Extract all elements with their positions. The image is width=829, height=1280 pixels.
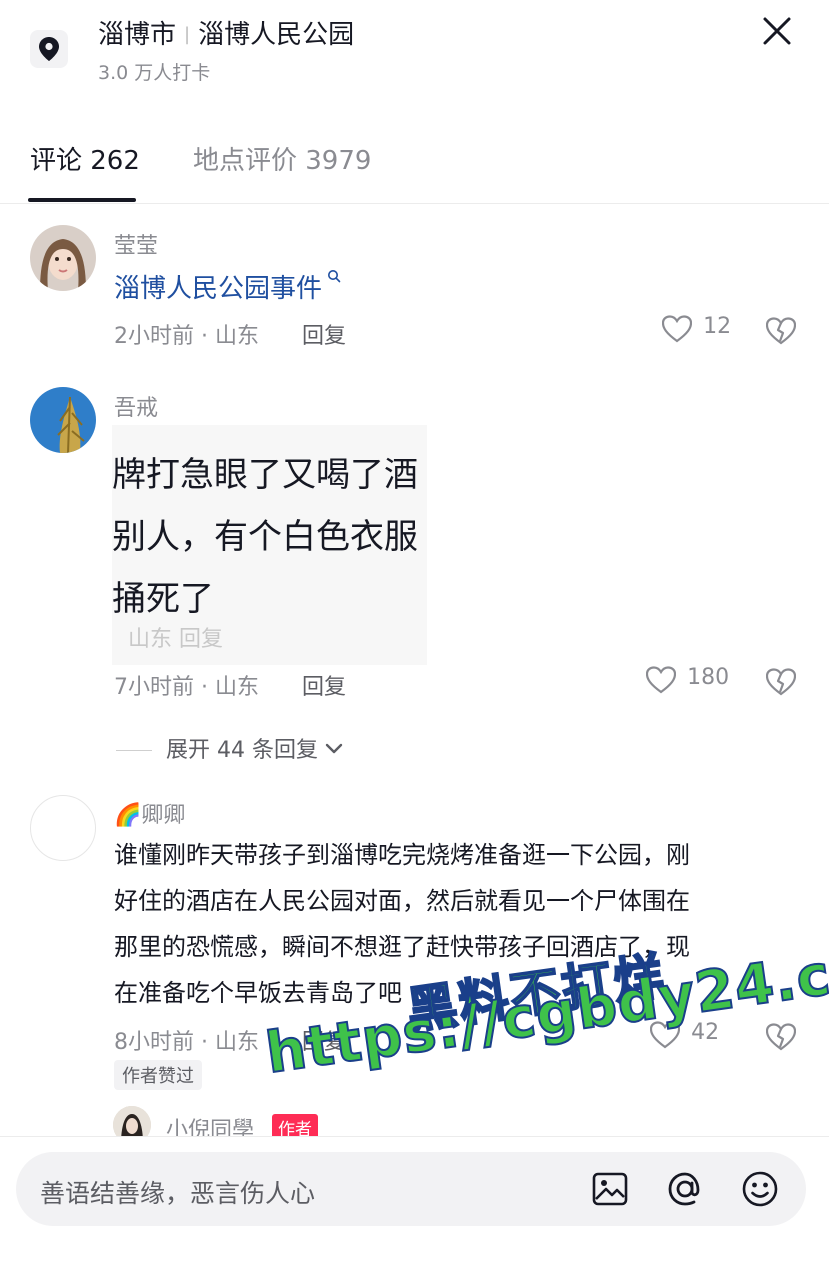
comment-meta: 7小时前 · 山东 bbox=[114, 675, 259, 700]
image-icon bbox=[592, 1172, 628, 1206]
like-button[interactable]: 180 bbox=[645, 665, 730, 694]
location-pin-icon bbox=[39, 37, 59, 61]
rainbow-emoji: 🌈 bbox=[114, 803, 142, 828]
comment-username-container[interactable]: 🌈卿卿 bbox=[114, 797, 185, 829]
comment-image[interactable]: 牌打急眼了又喝了酒 别人，有个白色衣服 捅死了 山东 回复 bbox=[112, 425, 427, 665]
dislike-heart-icon bbox=[765, 1023, 797, 1051]
expand-replies-button[interactable]: 展开 44 条回复 bbox=[116, 732, 343, 764]
emoji-button[interactable] bbox=[740, 1169, 780, 1209]
dislike-button[interactable] bbox=[765, 668, 797, 700]
expand-replies-label: 展开 44 条回复 bbox=[166, 738, 318, 763]
heart-icon bbox=[661, 314, 693, 342]
avatar-image bbox=[30, 225, 96, 291]
avatar[interactable] bbox=[30, 225, 96, 291]
title-separator: | bbox=[184, 24, 191, 45]
active-tab-indicator bbox=[28, 198, 136, 202]
dislike-button[interactable] bbox=[765, 317, 797, 349]
comment-input-placeholder: 善语结善缘，恶言伤人心 bbox=[40, 1179, 316, 1208]
comment-text-line: 谁懂刚昨天带孩子到淄博吃完烧烤准备逛一下公园，刚 bbox=[114, 841, 690, 869]
image-text-line: 捅死了 bbox=[112, 579, 214, 619]
mention-button[interactable] bbox=[665, 1169, 705, 1209]
place-name: 淄博人民公园 bbox=[198, 20, 355, 50]
avatar[interactable] bbox=[30, 387, 96, 453]
city-name: 淄博市 bbox=[98, 20, 177, 50]
dislike-button[interactable] bbox=[765, 1023, 797, 1055]
chevron-down-icon bbox=[325, 743, 343, 754]
comment-meta: 2小时前 · 山东 bbox=[114, 324, 259, 349]
checkin-count: 3.0 万人打卡 bbox=[98, 62, 211, 84]
image-text-line: 牌打急眼了又喝了酒 bbox=[112, 455, 418, 495]
location-badge bbox=[30, 30, 68, 68]
search-icon bbox=[328, 270, 341, 283]
search-link-text: 淄博人民公园事件 bbox=[114, 274, 323, 304]
search-link[interactable]: 淄博人民公园事件 bbox=[114, 268, 341, 305]
comment-text-line: 好住的酒店在人民公园对面，然后就看见一个尸体围在 bbox=[114, 887, 690, 915]
comment-meta: 8小时前 · 山东 bbox=[114, 1030, 259, 1055]
dislike-heart-icon bbox=[765, 317, 797, 345]
location-title[interactable]: 淄博市 | 淄博人民公园 bbox=[98, 14, 354, 51]
comment-username: 卿卿 bbox=[141, 803, 186, 828]
image-button[interactable] bbox=[590, 1169, 630, 1209]
comment-username[interactable]: 莹莹 bbox=[114, 228, 158, 260]
like-count: 180 bbox=[687, 665, 730, 690]
dislike-heart-icon bbox=[765, 668, 797, 696]
reply-button[interactable]: 回复 bbox=[302, 318, 346, 350]
close-button[interactable] bbox=[760, 14, 794, 48]
tab-place-reviews[interactable]: 地点评价 3979 bbox=[193, 140, 371, 177]
expand-line bbox=[116, 750, 152, 751]
heart-icon bbox=[645, 665, 677, 693]
comment-username[interactable]: 吾戒 bbox=[114, 390, 158, 422]
at-icon bbox=[668, 1172, 700, 1206]
tab-comments[interactable]: 评论 262 bbox=[30, 140, 140, 177]
author-liked-badge: 作者赞过 bbox=[114, 1060, 202, 1090]
image-text-line: 别人，有个白色衣服 bbox=[112, 517, 418, 557]
avatar-image bbox=[30, 387, 96, 453]
reply-button[interactable]: 回复 bbox=[302, 669, 346, 701]
close-icon bbox=[763, 17, 791, 45]
like-button[interactable]: 12 bbox=[661, 314, 732, 343]
avatar[interactable] bbox=[30, 795, 96, 861]
tab-divider bbox=[0, 203, 829, 204]
like-count: 12 bbox=[703, 314, 732, 339]
image-watermark-text: 山东 回复 bbox=[128, 627, 223, 652]
emoji-icon bbox=[742, 1171, 778, 1207]
